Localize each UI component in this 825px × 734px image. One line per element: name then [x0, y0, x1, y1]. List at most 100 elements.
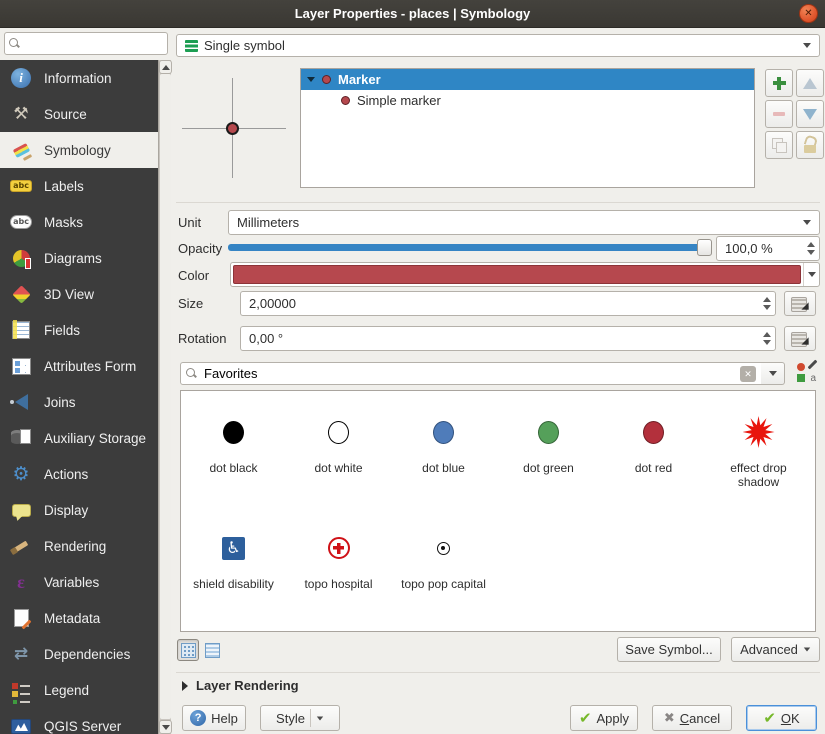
sidebar-item-information[interactable]: Information [0, 60, 158, 96]
move-layer-down-button[interactable] [796, 100, 824, 128]
x-icon: ✖ [663, 710, 675, 726]
slider-handle[interactable] [697, 239, 712, 256]
spin-arrows-icon[interactable] [807, 237, 815, 260]
move-layer-up-button[interactable] [796, 69, 824, 97]
sidebar-item-label: Variables [44, 574, 100, 590]
chevron-down-icon [803, 647, 811, 652]
sidebar-item-label: Fields [44, 322, 81, 338]
sidebar-item-actions[interactable]: Actions [0, 456, 158, 492]
sidebar-item-display[interactable]: Display [0, 492, 158, 528]
variables-icon [9, 570, 33, 594]
sidebar-item-source[interactable]: Source [0, 96, 158, 132]
style-button[interactable]: Style [260, 705, 340, 731]
symbol-node-marker[interactable]: Marker [301, 69, 754, 90]
expand-arrow-icon [182, 680, 188, 691]
sidebar-item-label: Joins [44, 394, 76, 410]
symbol-shield-disability[interactable]: shield disability [181, 519, 286, 631]
rotation-spinbox[interactable]: 0,00 ° [240, 326, 776, 351]
sidebar-item-symbology[interactable]: Symbology [0, 132, 158, 168]
dependencies-icon [9, 642, 33, 666]
symbol-search-input[interactable] [202, 365, 737, 382]
collapse-icon[interactable] [307, 77, 315, 82]
list-view-toggle[interactable] [201, 639, 223, 661]
sidebar-item-label: Labels [44, 178, 84, 194]
sidebar-item-qgis-server[interactable]: QGIS Server [0, 708, 158, 734]
ok-button[interactable]: ✔ OK [746, 705, 817, 731]
circle-icon [223, 420, 244, 444]
duplicate-symbol-layer-button[interactable] [765, 131, 793, 159]
sidebar-nav: Information Source Symbology Labels Masks Dia… [0, 60, 158, 734]
symbol-dot-blue[interactable]: dot blue [391, 403, 496, 519]
apply-button[interactable]: ✔ Apply [570, 705, 638, 731]
unit-combo[interactable]: Millimeters [228, 210, 820, 235]
sidebar-item-label: Actions [44, 466, 89, 482]
scroll-down-icon[interactable] [159, 720, 172, 734]
symbol-node-simple-marker[interactable]: Simple marker [301, 90, 754, 111]
size-data-defined-override-button[interactable] [784, 291, 816, 316]
sidebar-item-masks[interactable]: Masks [0, 204, 158, 240]
sidebar-item-label: Display [44, 502, 89, 518]
symbol-topo-pop-capital[interactable]: topo pop capital [391, 519, 496, 631]
sidebar-item-dependencies[interactable]: Dependencies [0, 636, 158, 672]
symbol-label: dot red [634, 461, 673, 475]
spin-arrows-icon[interactable] [763, 327, 771, 350]
sidebar-item-diagrams[interactable]: Diagrams [0, 240, 158, 276]
close-button[interactable]: ✕ [799, 4, 818, 23]
layer-rendering-section[interactable]: Layer Rendering [182, 678, 299, 693]
sidebar-scrollbar[interactable] [158, 60, 172, 734]
diagrams-icon [9, 246, 33, 270]
sidebar-item-metadata[interactable]: Metadata [0, 600, 158, 636]
lock-color-button[interactable] [796, 131, 824, 159]
color-dropdown[interactable] [803, 263, 819, 286]
opacity-slider[interactable] [228, 239, 712, 256]
sidebar-item-label: Dependencies [44, 646, 131, 662]
scrollbar-thumb[interactable] [160, 74, 171, 719]
size-spinbox[interactable]: 2,00000 [240, 291, 776, 316]
sidebar-item-attributes-form[interactable]: Attributes Form [0, 348, 158, 384]
symbol-dot-red[interactable]: dot red [601, 403, 706, 519]
sidebar-item-fields[interactable]: Fields [0, 312, 158, 348]
sidebar-item-legend[interactable]: Legend [0, 672, 158, 708]
help-button[interactable]: ? Help [182, 705, 246, 731]
symbol-dot-green[interactable]: dot green [496, 403, 601, 519]
symbol-topo-hospital[interactable]: topo hospital [286, 519, 391, 631]
sidebar-item-auxiliary-storage[interactable]: Auxiliary Storage [0, 420, 158, 456]
chevron-down-icon [807, 272, 816, 277]
symbol-effect-drop-shadow[interactable]: effect drop shadow [706, 403, 811, 519]
symbol-filter-dropdown[interactable] [761, 362, 785, 385]
window-title: Layer Properties - places | Symbology [294, 6, 531, 21]
opacity-spinbox[interactable]: 100,0 % [716, 236, 820, 261]
sidebar-item-labels[interactable]: Labels [0, 168, 158, 204]
symbol-label: topo pop capital [401, 577, 486, 591]
remove-symbol-layer-button[interactable] [765, 100, 793, 128]
cancel-button[interactable]: ✖ Cancel [652, 705, 732, 731]
sidebar-item-rendering[interactable]: Rendering [0, 528, 158, 564]
icon-view-toggle[interactable] [177, 639, 199, 661]
symbol-dot-black[interactable]: dot black [181, 403, 286, 519]
advanced-button[interactable]: Advanced [731, 637, 820, 662]
spin-arrows-icon[interactable] [763, 292, 771, 315]
opacity-label: Opacity [178, 241, 223, 256]
rotation-data-defined-override-button[interactable] [784, 326, 816, 351]
close-icon: ✕ [804, 7, 813, 19]
unit-combo-value: Millimeters [237, 215, 300, 230]
clear-search-icon[interactable]: ✕ [740, 366, 756, 382]
sidebar-item-label: Legend [44, 682, 90, 698]
sidebar-item-label: Source [44, 106, 87, 122]
actions-icon [9, 462, 33, 486]
style-manager-button[interactable]: a [794, 359, 820, 386]
symbol-dot-white[interactable]: dot white [286, 403, 391, 519]
save-symbol-button[interactable]: Save Symbol... [617, 637, 721, 662]
scroll-up-icon[interactable] [159, 60, 172, 74]
size-label: Size [178, 296, 204, 311]
color-button[interactable] [230, 262, 820, 287]
sidebar-item-joins[interactable]: Joins [0, 384, 158, 420]
symbology-icon [9, 138, 33, 162]
renderer-combo[interactable]: Single symbol [176, 34, 820, 57]
sidebar-search-input[interactable] [24, 35, 163, 52]
sidebar-item-3d-view[interactable]: 3D View [0, 276, 158, 312]
chevron-down-icon [803, 43, 811, 48]
sidebar-item-variables[interactable]: Variables [0, 564, 158, 600]
add-symbol-layer-button[interactable] [765, 69, 793, 97]
sidebar-item-label: Rendering [44, 538, 107, 554]
